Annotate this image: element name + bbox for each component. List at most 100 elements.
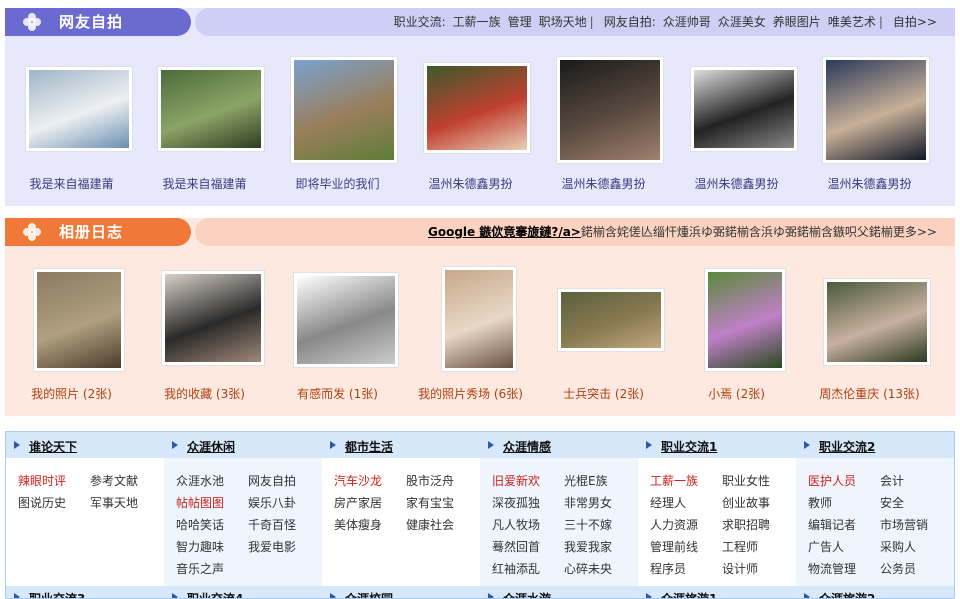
category-title-link[interactable]: 众涯休闲 [187,438,235,455]
category-link[interactable]: 智力趣味 [176,538,246,555]
category-link[interactable]: 光棍E族 [564,472,634,489]
photo-item[interactable]: 有感而发 (1张) [271,264,404,414]
category-link[interactable]: 哈哈笑话 [176,516,246,533]
nav-link[interactable]: 管理 [508,15,532,29]
category-title-link[interactable]: 职业交流3 [29,590,85,598]
category-link[interactable]: 家有宝宝 [406,494,476,511]
category-link[interactable]: 市场营销 [880,516,950,533]
category-title-link[interactable]: 众涯旅游2 [819,590,875,598]
photo-thumbnail[interactable] [823,278,931,366]
photo-thumbnail[interactable] [33,268,125,372]
category-title-link[interactable]: 职业交流2 [819,438,875,455]
photo-thumbnail[interactable] [161,270,265,366]
category-link[interactable]: 红袖添乱 [492,560,562,577]
category-title-link[interactable]: 众涯旅游1 [661,590,717,598]
category-link[interactable]: 汽车沙龙 [334,472,404,489]
category-link[interactable]: 公务员 [880,560,950,577]
category-link[interactable]: 参考文献 [90,472,160,489]
nav-link[interactable]: 工薪一族 [453,15,501,29]
category-title-link[interactable]: 众涯情感 [503,438,551,455]
category-link[interactable]: 会计 [880,472,950,489]
category-link[interactable]: 经理人 [650,494,720,511]
category-title-link[interactable]: 谁论天下 [29,438,77,455]
photo-thumbnail[interactable] [557,288,665,352]
category-link[interactable]: 职业女性 [722,472,792,489]
photo-item[interactable]: 小焉 (2张) [670,264,803,414]
category-link[interactable]: 帖帖图图 [176,494,246,511]
photo-caption[interactable]: 温州朱德鑫男扮 [670,175,803,192]
category-link[interactable]: 旧爱新欢 [492,472,562,489]
category-link[interactable]: 我爱我家 [564,538,634,555]
nav-link[interactable]: 众涯美女 [718,15,766,29]
category-link[interactable]: 广告人 [808,538,878,555]
category-link[interactable]: 网友自拍 [248,472,318,489]
category-link[interactable]: 房产家居 [334,494,404,511]
google-link[interactable]: Google 鏃佽竟搴旇鏈?/a> [428,225,581,239]
category-link[interactable]: 深夜孤独 [492,494,562,511]
photo-caption[interactable]: 我是来自福建莆 [138,175,271,192]
photo-caption[interactable]: 我的照片秀场 (6张) [404,385,537,402]
photo-caption[interactable]: 士兵突击 (2张) [537,385,670,402]
photo-thumbnail[interactable] [157,66,265,152]
photo-thumbnail[interactable] [423,62,531,154]
category-link[interactable]: 三十不嫁 [564,516,634,533]
category-link[interactable]: 凡人牧场 [492,516,562,533]
category-link[interactable]: 非常男女 [564,494,634,511]
nav-link[interactable]: 众涯帅哥 [663,15,711,29]
photo-thumbnail[interactable] [556,56,664,164]
photo-item[interactable]: 我的照片 (2张) [5,264,138,414]
nav-link[interactable]: 养眼图片 [773,15,821,29]
photo-caption[interactable]: 温州朱德鑫男扮 [404,175,537,192]
photo-item[interactable]: 我的照片秀场 (6张) [404,264,537,414]
category-link[interactable]: 军事天地 [90,494,160,511]
category-link[interactable]: 物流管理 [808,560,878,577]
category-link[interactable]: 股市泛舟 [406,472,476,489]
category-link[interactable]: 求职招聘 [722,516,792,533]
category-title-link[interactable]: 众涯水游 [503,590,551,598]
more-link[interactable]: 更多>> [893,225,937,239]
category-link[interactable]: 辣眼时评 [18,472,88,489]
category-link[interactable]: 健康社会 [406,516,476,533]
photo-thumbnail[interactable] [690,66,798,152]
category-link[interactable]: 管理前线 [650,538,720,555]
photo-item[interactable]: 温州朱德鑫男扮 [803,54,936,204]
category-link[interactable]: 蓦然回首 [492,538,562,555]
category-link[interactable]: 我爱电影 [248,538,318,555]
photo-item[interactable]: 温州朱德鑫男扮 [537,54,670,204]
photo-caption[interactable]: 有感而发 (1张) [271,385,404,402]
photo-thumbnail[interactable] [25,66,133,152]
photo-caption[interactable]: 周杰伦重庆 (13张) [803,385,936,402]
nav-link[interactable]: 职场天地 [539,15,587,29]
category-link[interactable]: 安全 [880,494,950,511]
photo-thumbnail[interactable] [441,266,517,372]
category-link[interactable]: 人力资源 [650,516,720,533]
category-link[interactable]: 工薪一族 [650,472,720,489]
photo-thumbnail[interactable] [293,272,399,368]
category-link[interactable]: 千奇百怪 [248,516,318,533]
photo-caption[interactable]: 小焉 (2张) [670,385,803,402]
nav-link[interactable]: 自拍>> [893,15,937,29]
photo-thumbnail[interactable] [822,56,930,164]
photo-caption[interactable]: 我是来自福建莆 [5,175,138,192]
section-title-tab[interactable]: 网友自拍 [5,8,191,36]
photo-caption[interactable]: 温州朱德鑫男扮 [537,175,670,192]
category-link[interactable]: 娱乐八卦 [248,494,318,511]
category-title-link[interactable]: 职业交流4 [187,590,243,598]
category-link[interactable]: 编辑记者 [808,516,878,533]
category-link[interactable]: 图说历史 [18,494,88,511]
section-title-tab[interactable]: 相册日志 [5,218,191,246]
photo-caption[interactable]: 我的照片 (2张) [5,385,138,402]
category-link[interactable]: 设计师 [722,560,792,577]
photo-caption[interactable]: 即将毕业的我们 [271,175,404,192]
photo-caption[interactable]: 温州朱德鑫男扮 [803,175,936,192]
category-link[interactable]: 教师 [808,494,878,511]
photo-item[interactable]: 我的收藏 (3张) [138,264,271,414]
category-link[interactable]: 工程师 [722,538,792,555]
photo-item[interactable]: 士兵突击 (2张) [537,264,670,414]
garbled-link-text[interactable]: 鍩椾含姹傞亾缁忓煄浜ゆ弻鍩椾含浜ゆ弻鍩椾含鏃呮父鍩椾 [581,225,893,239]
category-link[interactable]: 创业故事 [722,494,792,511]
photo-item[interactable]: 我是来自福建莆 [138,54,271,204]
category-link[interactable]: 美体瘦身 [334,516,404,533]
photo-caption[interactable]: 我的收藏 (3张) [138,385,271,402]
photo-item[interactable]: 周杰伦重庆 (13张) [803,264,936,414]
